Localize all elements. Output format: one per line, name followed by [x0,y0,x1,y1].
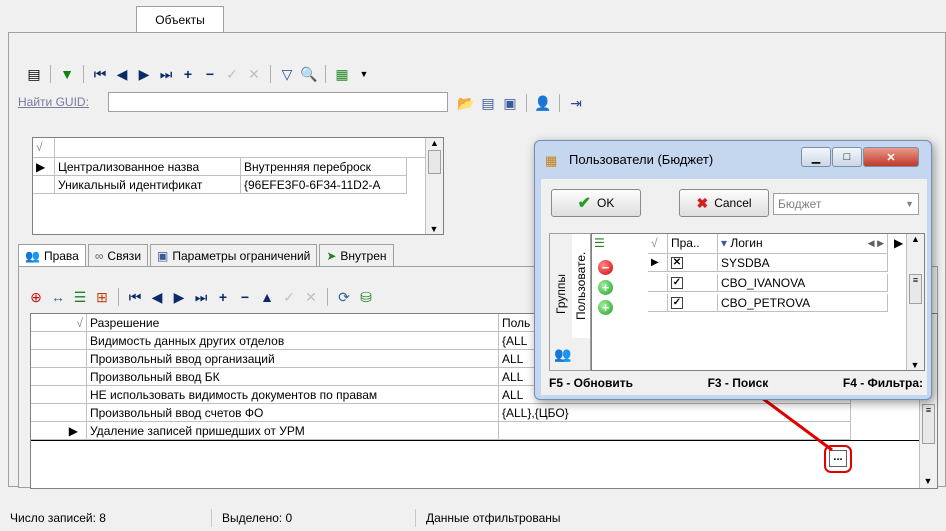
filter-green-icon[interactable]: ▼ [57,64,77,84]
tab-links[interactable]: ∞ Связи [87,244,149,266]
table-row[interactable]: Уникальный идентификат {96EFE3F0-6F34-11… [33,176,443,194]
user-row[interactable]: ✓ CBO_IVANOVA [648,274,888,292]
next-record-icon[interactable]: ▶ [134,64,154,84]
user-row[interactable]: ✓ CBO_PETROVA [648,294,888,312]
first-record-icon[interactable]: ⏮ [125,287,145,307]
open-folder-icon[interactable]: 📂 [456,93,476,113]
form-icon[interactable]: ▣ [500,93,520,113]
cancel-edit-icon: ✕ [305,288,317,305]
close-button[interactable]: ✕ [863,147,919,167]
chevron-down-icon: ▼ [905,199,914,209]
right-checkbox[interactable]: ✓ [671,276,683,289]
add-record-icon[interactable]: + [178,64,198,84]
col-permission-header[interactable]: Разрешение [87,314,499,332]
tab-rights[interactable]: 👥 Права [18,244,86,266]
detail-toolbar: ⊕ ↔ ☰ ⊞ ⏮ ◀ ▶ ⏭ + − ▲ ✓ ✕ ⟳ ⛁ [26,286,376,308]
revoke-icon[interactable]: − [598,260,613,275]
folder-icon: ▦ [545,153,558,168]
grant-icon[interactable]: + [598,300,613,315]
detail-tabs: 👥 Права ∞ Связи ▣ Параметры ограничений ➤ Вн… [18,244,394,266]
status-bar: Число записей: 8 Выделено: 0 Данные отфи… [0,504,946,531]
delete-record-icon[interactable]: − [235,287,255,307]
db-icon[interactable]: ⛁ [356,287,376,307]
check-icon: ✔ [577,195,592,212]
user-row[interactable]: ▶ ✕ SYSDBA [648,254,888,272]
move-up-icon[interactable]: ▲ [257,287,277,307]
params-icon: ▣ [157,248,169,263]
link-icon: ∞ [94,248,104,263]
filter-status: Данные отфильтрованы [426,510,561,525]
upper-scrollbar[interactable]: ▲ ▼ [425,138,443,234]
post-icon: ✓ [226,65,238,82]
table-row[interactable]: ▶ Централизованное назва Внутренняя пере… [33,158,443,176]
list-icon[interactable]: ☰ [70,287,90,307]
right-checkbox[interactable]: ✕ [671,256,683,269]
last-record-icon[interactable]: ⏭ [191,287,211,307]
right-checkbox[interactable]: ✓ [671,296,683,309]
ok-button[interactable]: ✔ OK [551,189,641,217]
vertical-tabs: Группы Пользовате. 👥 [549,233,591,371]
find-icon[interactable]: 🔍 [299,64,319,84]
users-grid: ☰ √ Пра.. ▾ Логин ◀ ▶ ▶ − + + ▶ ✕ SYSDBA… [591,233,925,371]
link-arrows-icon[interactable]: ↔ [48,287,68,307]
guid-toolbar: 📂 ▤ ▣ 👤 ⇥ [456,92,586,114]
minimize-button[interactable]: ▁ [801,147,831,167]
tab-objects-label: Объекты [155,12,205,27]
list-icon: ☰ [594,236,605,250]
filter-icon[interactable]: ▽ [277,64,297,84]
tab-internal[interactable]: ➤ Внутрен [319,244,394,266]
prev-record-icon[interactable]: ◀ [112,64,132,84]
tab-users[interactable]: Пользовате. [572,234,590,338]
cancel-edit-icon: ✕ [248,65,260,82]
users-scrollbar[interactable]: ▲ ≡ ▼ [906,234,924,370]
first-record-icon[interactable]: ⏮ [90,64,110,84]
exit-icon[interactable]: ⇥ [566,93,586,113]
users-icon: 👥 [25,248,40,263]
add-record-icon[interactable]: + [213,287,233,307]
arrow-icon: ➤ [326,248,337,263]
dialog-footer: F5 - Обновить F3 - Поиск F4 - Фильтра: [547,373,925,393]
col-rights-header[interactable]: Пра.. [668,234,718,254]
refresh-icon[interactable]: ⟳ [334,287,354,307]
users-dialog: ▦ Пользователи (Бюджет) ▁ □ ✕ ✔ OK ✖ Can… [534,140,932,400]
next-record-icon[interactable]: ▶ [169,287,189,307]
add-rule-icon[interactable]: ⊕ [26,287,46,307]
tab-groups[interactable]: Группы [552,254,570,334]
col-login-header[interactable]: ▾ Логин ◀ ▶ [718,234,888,254]
cross-icon: ✖ [696,194,709,211]
prev-record-icon[interactable]: ◀ [147,287,167,307]
export-icon[interactable]: ▦ [332,64,352,84]
copy-icon[interactable]: ▤ [24,64,44,84]
users-icon: 👥 [554,346,572,362]
main-toolbar: ▤ ▼ ⏮ ◀ ▶ ⏭ + − ✓ ✕ ▽ 🔍 ▦ ▼ [24,62,374,86]
delete-record-icon[interactable]: − [200,64,220,84]
maximize-button[interactable]: □ [832,147,862,167]
guid-input[interactable] [108,92,448,112]
grant-icon[interactable]: + [598,280,613,295]
guid-label: Найти GUID: [18,95,89,109]
record-count: Число записей: 8 [0,508,212,527]
tab-objects[interactable]: Объекты [136,6,224,32]
filter-hotkey: F4 - Фильтра: [842,376,923,390]
document-icon[interactable]: ▤ [478,93,498,113]
sort-icon: ▾ [721,236,728,250]
refresh-hotkey: F5 - Обновить [549,376,633,390]
last-record-icon[interactable]: ⏭ [156,64,176,84]
tree-icon[interactable]: ⊞ [92,287,112,307]
budget-combo[interactable]: Бюджет ▼ [773,193,919,215]
column-scroll-arrows[interactable]: ◀ ▶ [868,234,884,253]
dialog-title: Пользователи (Бюджет) [569,152,714,167]
search-hotkey: F3 - Поиск [707,376,769,390]
expand-arrow-icon[interactable]: ▶ [894,236,903,250]
tab-restriction-params[interactable]: ▣ Параметры ограничений [150,244,318,266]
selected-count: Выделено: 0 [212,508,416,527]
post-icon: ✓ [283,288,295,305]
user-icon[interactable]: 👤 [533,93,553,113]
upper-grid: √ ▶ Централизованное назва Внутренняя пе… [32,137,444,235]
cancel-button[interactable]: ✖ Cancel [679,189,769,217]
dropdown-icon[interactable]: ▼ [354,64,374,84]
